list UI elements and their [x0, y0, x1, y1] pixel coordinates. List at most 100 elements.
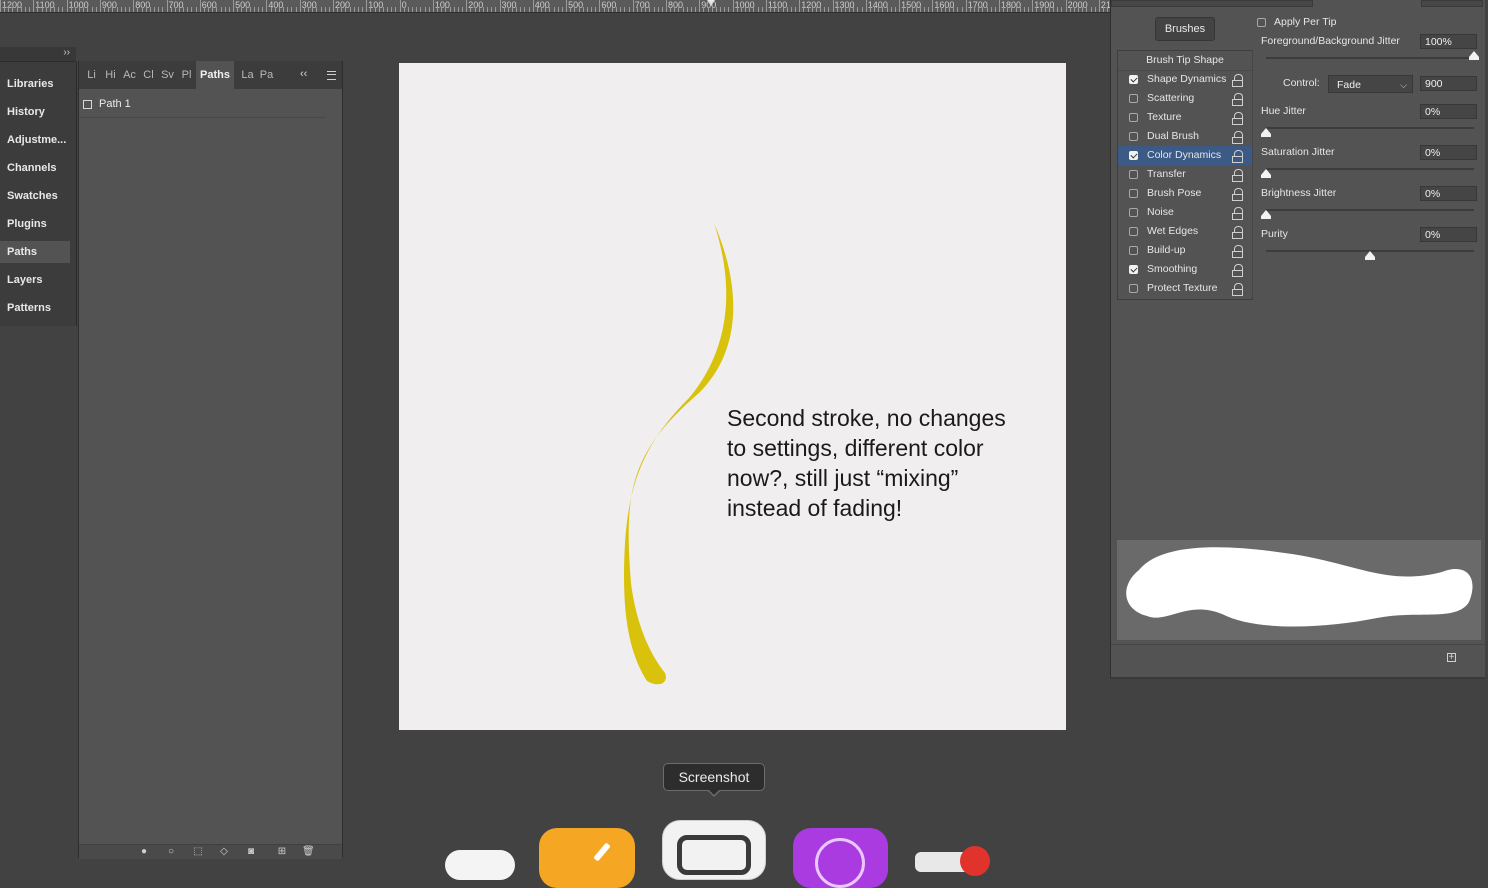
purity-slider[interactable] [1266, 250, 1474, 260]
lock-icon[interactable] [1232, 93, 1243, 106]
brightness-jitter-slider[interactable] [1261, 209, 1474, 219]
lock-icon[interactable] [1232, 245, 1243, 258]
option-checkbox[interactable] [1129, 151, 1138, 160]
apply-per-tip-checkbox[interactable] [1257, 18, 1266, 27]
brush-option-wet-edges[interactable]: Wet Edges [1118, 222, 1252, 241]
document-canvas[interactable]: Second stroke, no changes to settings, d… [399, 63, 1066, 730]
purity-field[interactable]: 0% [1420, 227, 1477, 242]
option-checkbox[interactable] [1129, 189, 1138, 198]
path-row[interactable]: Path 1 [79, 94, 326, 118]
hue-jitter-field[interactable]: 0% [1420, 104, 1477, 119]
option-checkbox[interactable] [1129, 284, 1138, 293]
ruler-minor-tick [245, 7, 247, 12]
panel-menu-icon[interactable] [327, 71, 336, 80]
dock-item-layers[interactable]: Layers [0, 269, 70, 291]
option-checkbox[interactable] [1129, 208, 1138, 217]
lock-icon[interactable] [1232, 131, 1243, 144]
expand-panels-icon[interactable]: ›› [63, 47, 70, 58]
brush-option-noise[interactable]: Noise [1118, 203, 1252, 222]
lock-icon[interactable] [1232, 264, 1243, 277]
slider-thumb[interactable] [1261, 210, 1271, 219]
ruler-minor-tick [403, 7, 405, 12]
tab-pl[interactable]: Pl [177, 61, 196, 89]
tab-paths[interactable]: Paths [196, 61, 234, 89]
tab-li[interactable]: Li [82, 61, 101, 89]
lock-icon[interactable] [1232, 112, 1243, 125]
option-checkbox[interactable] [1129, 75, 1138, 84]
dock-item-swatches[interactable]: Swatches [0, 185, 70, 207]
option-checkbox[interactable] [1129, 94, 1138, 103]
brush-option-smoothing[interactable]: Smoothing [1118, 260, 1252, 279]
new-path-icon[interactable]: ⊞ [276, 847, 288, 857]
option-checkbox[interactable] [1129, 132, 1138, 141]
brush-option-build-up[interactable]: Build-up [1118, 241, 1252, 260]
slider-thumb[interactable] [1469, 51, 1479, 60]
ruler-minor-tick [824, 7, 826, 12]
add-mask-icon[interactable]: ◙ [245, 847, 257, 857]
ruler-minor-tick [487, 7, 488, 12]
tab-cl[interactable]: Cl [139, 61, 158, 89]
load-selection-icon[interactable]: ⬚ [192, 847, 204, 857]
option-checkbox[interactable] [1129, 227, 1138, 236]
option-checkbox[interactable] [1129, 113, 1138, 122]
option-checkbox[interactable] [1129, 170, 1138, 179]
delete-path-icon[interactable]: 🗑 [302, 847, 315, 857]
tab-pa[interactable]: Pa [257, 61, 276, 89]
tab-hi[interactable]: Hi [101, 61, 120, 89]
lock-icon[interactable] [1232, 150, 1243, 163]
brush-option-color-dynamics[interactable]: Color Dynamics [1118, 146, 1252, 165]
brush-option-scattering[interactable]: Scattering [1118, 89, 1252, 108]
brush-option-shape-dynamics[interactable]: Shape Dynamics [1118, 70, 1252, 89]
brush-option-protect-texture[interactable]: Protect Texture [1118, 279, 1252, 298]
fg-bg-jitter-slider[interactable] [1266, 51, 1479, 60]
collapse-panel-icon[interactable]: ‹‹ [300, 68, 307, 80]
brush-option-texture[interactable]: Texture [1118, 108, 1252, 127]
brush-option-transfer[interactable]: Transfer [1118, 165, 1252, 184]
tab-la[interactable]: La [238, 61, 257, 89]
dock-item-history[interactable]: History [0, 101, 70, 123]
tab-ac[interactable]: Ac [120, 61, 139, 89]
fg-bg-jitter-field[interactable]: 100% [1420, 34, 1477, 49]
lock-icon[interactable] [1232, 188, 1243, 201]
brush-tip-shape-item[interactable]: Brush Tip Shape [1118, 51, 1252, 71]
lock-icon[interactable] [1232, 283, 1243, 296]
hue-jitter-slider[interactable] [1261, 127, 1474, 137]
lock-icon[interactable] [1232, 74, 1243, 87]
brush-option-dual-brush[interactable]: Dual Brush [1118, 127, 1252, 146]
slider-thumb[interactable] [1261, 169, 1271, 178]
fade-steps-field[interactable]: 900 [1420, 76, 1477, 91]
ruler-minor-tick [258, 7, 260, 12]
ruler-minor-tick [657, 7, 659, 12]
dock-item-patterns[interactable]: Patterns [0, 297, 70, 319]
saturation-jitter-field[interactable]: 0% [1420, 145, 1477, 160]
option-checkbox[interactable] [1129, 246, 1138, 255]
dock-item-adjustme[interactable]: Adjustme... [0, 129, 70, 151]
brushes-button[interactable]: Brushes [1155, 17, 1215, 41]
dock-app-icon[interactable] [539, 828, 635, 888]
option-checkbox[interactable] [1129, 265, 1138, 274]
control-select[interactable]: Fade ⌵ [1328, 75, 1413, 93]
tab-sv[interactable]: Sv [158, 61, 177, 89]
lock-icon[interactable] [1232, 226, 1243, 239]
lock-icon[interactable] [1232, 207, 1243, 220]
dock-item-plugins[interactable]: Plugins [0, 213, 70, 235]
dock-item-channels[interactable]: Channels [0, 157, 70, 179]
lock-icon[interactable] [1232, 169, 1243, 182]
make-work-path-icon[interactable]: ◇ [218, 847, 230, 857]
ruler-minor-tick [24, 7, 26, 12]
saturation-jitter-slider[interactable] [1261, 168, 1474, 178]
brightness-jitter-field[interactable]: 0% [1420, 186, 1477, 201]
stroke-path-icon[interactable]: ○ [165, 847, 177, 857]
dock-item-paths[interactable]: Paths [0, 241, 70, 263]
dock-app-icon[interactable] [793, 828, 888, 888]
brush-option-brush-pose[interactable]: Brush Pose [1118, 184, 1252, 203]
fill-path-icon[interactable]: ● [138, 847, 150, 857]
slider-thumb[interactable] [1365, 251, 1375, 260]
dock-item-libraries[interactable]: Libraries [0, 73, 70, 95]
slider-thumb[interactable] [1261, 128, 1271, 137]
ruler-minor-tick [249, 7, 251, 12]
dock-app-icon[interactable] [445, 850, 515, 880]
create-new-brush-icon[interactable]: + [1447, 653, 1456, 663]
ruler-minor-tick [278, 7, 280, 12]
screenshot-app-icon[interactable] [662, 820, 766, 880]
